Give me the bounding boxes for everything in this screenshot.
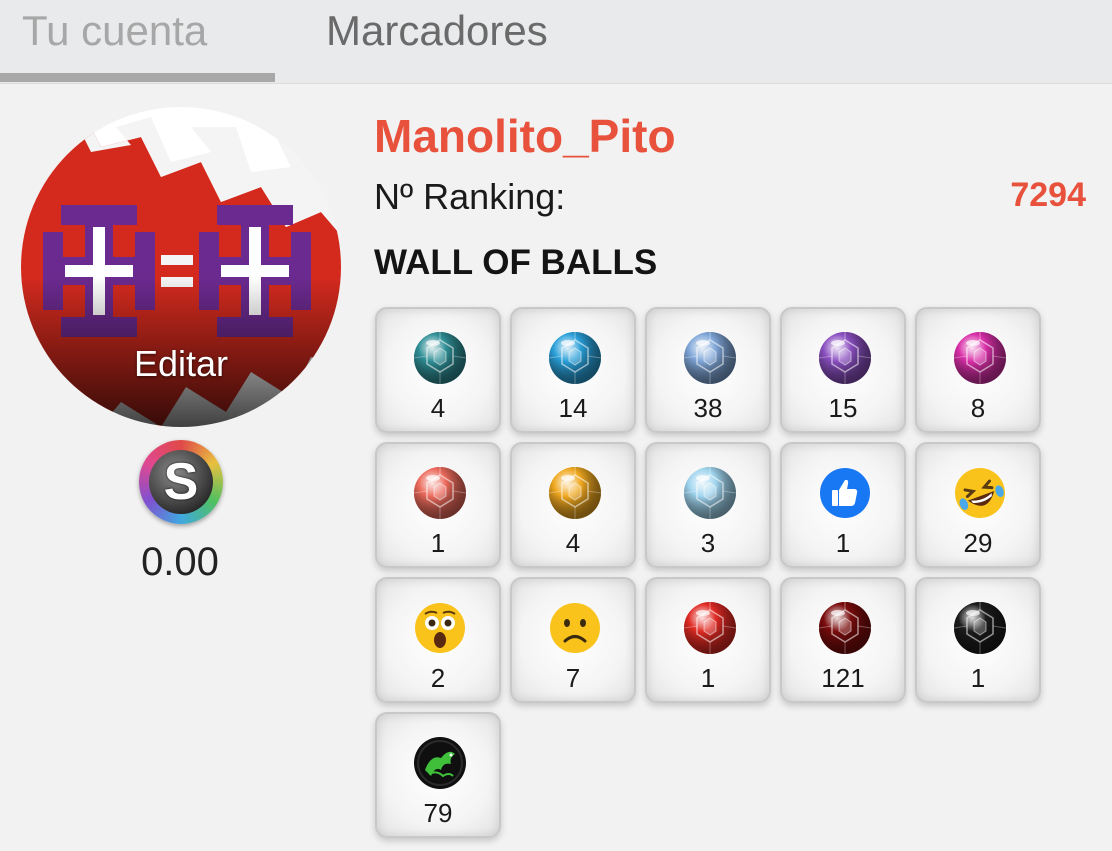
ball-count: 15 <box>828 393 858 423</box>
active-tab-indicator <box>0 73 275 82</box>
ball-count: 8 <box>970 393 986 423</box>
profile-avatar[interactable]: Editar <box>21 107 341 427</box>
ball-count: 4 <box>430 393 446 423</box>
ball-count: 1 <box>835 528 851 558</box>
wall-title: WALL OF BALLS <box>374 243 658 282</box>
blue-gem-ball-icon <box>548 331 602 385</box>
ball-count: 121 <box>821 663 865 693</box>
ball-count: 14 <box>558 393 588 423</box>
wall-ball-cell[interactable]: 3 <box>645 442 771 568</box>
avatar-edit-button[interactable]: Editar <box>21 343 341 385</box>
wall-ball-cell[interactable]: 38 <box>645 307 771 433</box>
wall-of-balls-grid: 4 14 38 15 8 1 4 3 1 29 2 7 1 121 1 79 <box>375 307 1075 847</box>
ball-count: 38 <box>693 393 723 423</box>
ball-count: 1 <box>430 528 446 558</box>
ball-count: 3 <box>700 528 716 558</box>
wall-ball-cell[interactable]: 4 <box>510 442 636 568</box>
tab-your-account[interactable]: Tu cuenta <box>22 6 207 56</box>
wall-ball-cell[interactable]: 79 <box>375 712 501 838</box>
ball-count: 7 <box>565 663 581 693</box>
green-dragon-ball-icon <box>413 736 467 790</box>
teal-gem-ball-icon <box>413 331 467 385</box>
wall-ball-cell[interactable]: 8 <box>915 307 1041 433</box>
shocked-emoji-icon <box>413 601 467 655</box>
tab-bar: Tu cuenta Marcadores <box>0 0 1112 84</box>
ball-count: 1 <box>970 663 986 693</box>
ball-count: 4 <box>565 528 581 558</box>
wall-ball-cell[interactable]: 1 <box>915 577 1041 703</box>
black-gem-ball-icon <box>953 601 1007 655</box>
wall-ball-cell[interactable]: 14 <box>510 307 636 433</box>
magenta-gem-ball-icon <box>953 331 1007 385</box>
wall-ball-cell[interactable]: 121 <box>780 577 906 703</box>
wall-ball-cell[interactable]: 15 <box>780 307 906 433</box>
salmon-gem-ball-icon <box>413 466 467 520</box>
ball-count: 79 <box>423 798 453 828</box>
sad-emoji-icon <box>548 601 602 655</box>
red-gem-ball-icon <box>683 601 737 655</box>
laughing-emoji-icon <box>953 466 1007 520</box>
wall-ball-cell[interactable]: 2 <box>375 577 501 703</box>
wall-ball-cell[interactable]: 29 <box>915 442 1041 568</box>
wall-ball-cell[interactable]: 1 <box>780 442 906 568</box>
coin-icon: S <box>139 440 223 524</box>
purple-gem-ball-icon <box>818 331 872 385</box>
ball-count: 29 <box>963 528 993 558</box>
wall-ball-cell[interactable]: 1 <box>375 442 501 568</box>
wall-ball-cell[interactable]: 7 <box>510 577 636 703</box>
username: Manolito_Pito <box>374 110 676 162</box>
dark-red-gem-ball-icon <box>818 601 872 655</box>
ranking-label: Nº Ranking: <box>374 176 566 217</box>
ranking-value: 7294 <box>1010 176 1086 214</box>
light-blue-gem-ball-icon <box>683 331 737 385</box>
thumbs-up-icon <box>818 466 872 520</box>
tab-bookmarks[interactable]: Marcadores <box>326 6 548 56</box>
gold-gem-ball-icon <box>548 466 602 520</box>
ball-count: 1 <box>700 663 716 693</box>
diamond-ball-icon <box>683 466 737 520</box>
ball-count: 2 <box>430 663 446 693</box>
coin-balance: 0.00 <box>141 540 219 584</box>
wall-ball-cell[interactable]: 1 <box>645 577 771 703</box>
wall-ball-cell[interactable]: 4 <box>375 307 501 433</box>
